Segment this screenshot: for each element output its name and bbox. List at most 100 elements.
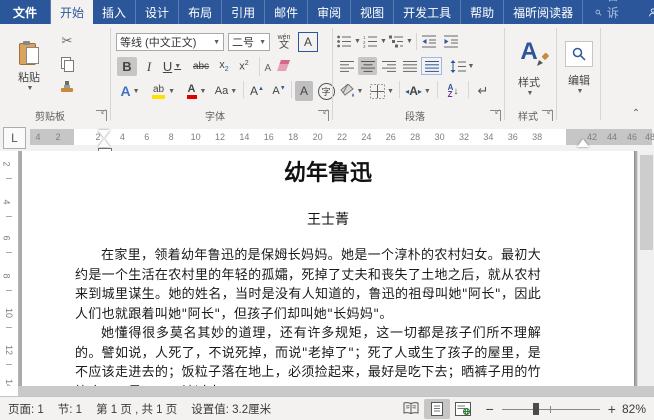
phonetic-guide-button[interactable]: wén 文 bbox=[274, 31, 294, 53]
svg-text:3: 3 bbox=[363, 44, 366, 48]
distributed-button[interactable] bbox=[421, 57, 442, 75]
ruler-number: 30 bbox=[435, 132, 445, 142]
tab-view[interactable]: 视图 bbox=[351, 0, 394, 24]
sort-button[interactable]: AZ↓ bbox=[441, 81, 465, 101]
vertical-scrollbar[interactable] bbox=[637, 151, 654, 386]
ruler-band: L 42246810121416182022242628303234363842… bbox=[0, 124, 654, 151]
font-size-combo[interactable]: 二号▼ bbox=[228, 33, 270, 51]
tab-references[interactable]: 引用 bbox=[222, 0, 265, 24]
styles-button[interactable]: A 样式 ▼ bbox=[508, 31, 550, 103]
borders-button[interactable]: ▼ bbox=[368, 81, 396, 101]
editing-button[interactable]: 编辑 ▼ bbox=[562, 33, 596, 103]
ruler-number: 44 bbox=[607, 132, 617, 142]
search-icon bbox=[595, 6, 602, 19]
zoom-level[interactable]: 82% bbox=[622, 402, 646, 416]
superscript-button[interactable]: x2 bbox=[235, 57, 253, 76]
character-shading-button[interactable]: A bbox=[295, 81, 313, 101]
chevron-down-icon: ▼ bbox=[27, 85, 34, 92]
ruler-number: 2 bbox=[55, 132, 60, 142]
underline-icon: U bbox=[163, 59, 172, 74]
text-effects-button[interactable]: A▼ bbox=[116, 81, 144, 101]
underline-button[interactable]: U▼ bbox=[159, 57, 185, 76]
styles-dialog-launcher-icon[interactable] bbox=[542, 110, 553, 121]
bold-button[interactable]: B bbox=[117, 57, 137, 76]
shrink-font-button[interactable]: A▼ bbox=[269, 81, 289, 101]
clipboard-group-label: 剪贴板 bbox=[10, 108, 90, 123]
character-scaling-button[interactable]: ◂A▸▼ bbox=[403, 81, 433, 101]
chevron-down-icon: ▼ bbox=[424, 88, 431, 95]
increase-indent-button[interactable] bbox=[442, 33, 461, 50]
multilevel-list-button[interactable]: ▼ bbox=[389, 33, 413, 50]
web-layout-button[interactable] bbox=[450, 399, 476, 419]
tab-help[interactable]: 帮助 bbox=[461, 0, 504, 24]
highlight-color-button[interactable]: ab▼ bbox=[148, 81, 178, 101]
distributed-icon bbox=[425, 60, 439, 73]
share-button[interactable]: 共享 bbox=[637, 0, 654, 24]
subscript-button[interactable]: x2 bbox=[215, 57, 233, 76]
tab-foxit[interactable]: 福昕阅读器 bbox=[504, 0, 583, 24]
font-color-button[interactable]: A▼ bbox=[182, 81, 210, 101]
strikethrough-button[interactable]: abc bbox=[189, 57, 213, 76]
align-right-button[interactable] bbox=[379, 57, 398, 75]
horizontal-ruler[interactable]: 4224681012141618202224262830323436384244… bbox=[30, 129, 652, 145]
numbering-button[interactable]: 123▼ bbox=[363, 33, 387, 50]
paste-clipboard-icon bbox=[19, 41, 39, 65]
font-dialog-launcher-icon[interactable] bbox=[318, 110, 329, 121]
tab-selector[interactable]: L bbox=[3, 127, 26, 149]
paste-button[interactable]: 粘贴 ▼ bbox=[7, 31, 51, 101]
enclose-characters-button[interactable]: 字 bbox=[316, 81, 336, 101]
tab-home[interactable]: 开始 bbox=[51, 0, 93, 24]
tab-review[interactable]: 审阅 bbox=[308, 0, 351, 24]
cut-button[interactable]: ✂ bbox=[57, 33, 77, 49]
document-page[interactable]: 幼年鲁迅 王士菁 在家里，领着幼年鲁迅的是保姆长妈妈。她是一个淳朴的农村妇女。最… bbox=[22, 151, 634, 386]
zoom-out-button[interactable]: − bbox=[486, 401, 494, 417]
tab-file[interactable]: 文件 bbox=[0, 0, 51, 24]
status-section[interactable]: 节: 1 bbox=[58, 401, 82, 417]
strikethrough-icon: abc bbox=[193, 61, 209, 72]
chevron-up-icon: ⌃ bbox=[632, 108, 640, 119]
ruler-number: 8 bbox=[2, 273, 12, 278]
vertical-ruler[interactable]: 2468101214 bbox=[0, 151, 19, 386]
zoom-in-button[interactable]: + bbox=[608, 401, 616, 417]
line-spacing-button[interactable]: ▼ bbox=[448, 57, 476, 75]
show-hide-marks-button[interactable]: ↵ bbox=[472, 81, 494, 101]
styles-icon: A bbox=[520, 38, 537, 68]
tell-me-box[interactable]: 告诉我 bbox=[583, 0, 637, 24]
zoom-slider[interactable] bbox=[502, 402, 600, 416]
justify-button[interactable] bbox=[400, 57, 419, 75]
ruler-tick bbox=[6, 252, 12, 253]
copy-button[interactable] bbox=[57, 56, 77, 72]
tab-mailings[interactable]: 邮件 bbox=[265, 0, 308, 24]
scrollbar-thumb[interactable] bbox=[640, 155, 653, 250]
font-name-combo[interactable]: 等线 (中文正文)▼ bbox=[116, 33, 224, 51]
status-page-number[interactable]: 页面: 1 bbox=[8, 401, 44, 417]
shading-button[interactable]: ▼ bbox=[337, 81, 365, 101]
collapse-ribbon-button[interactable]: ⌃ bbox=[628, 106, 644, 120]
decrease-indent-button[interactable] bbox=[420, 33, 439, 50]
read-mode-button[interactable] bbox=[398, 399, 424, 419]
tab-design[interactable]: 设计 bbox=[136, 0, 179, 24]
print-layout-button[interactable] bbox=[424, 399, 450, 419]
zoom-slider-thumb[interactable] bbox=[533, 403, 539, 415]
clear-formatting-button[interactable]: A bbox=[264, 57, 290, 76]
tab-layout[interactable]: 布局 bbox=[179, 0, 222, 24]
grow-font-button[interactable]: A▲ bbox=[247, 81, 267, 101]
status-page-info[interactable]: 第 1 页 , 共 1 页 bbox=[96, 401, 177, 417]
align-center-button[interactable] bbox=[358, 57, 377, 75]
clipboard-dialog-launcher-icon[interactable] bbox=[96, 110, 107, 121]
change-case-button[interactable]: Aa▼ bbox=[212, 81, 240, 101]
change-case-icon: Aa bbox=[215, 85, 228, 97]
horizontal-scroll-area[interactable] bbox=[18, 386, 654, 396]
ruler-number: 42 bbox=[587, 132, 597, 142]
align-left-button[interactable] bbox=[337, 57, 356, 75]
tab-developer[interactable]: 开发工具 bbox=[394, 0, 461, 24]
italic-button[interactable]: I bbox=[141, 57, 157, 76]
borders-icon bbox=[370, 84, 385, 99]
bullets-button[interactable]: ▼ bbox=[337, 33, 361, 50]
character-border-button[interactable]: A bbox=[298, 32, 318, 52]
shading-bucket-icon bbox=[339, 84, 355, 99]
format-painter-button[interactable] bbox=[57, 79, 77, 95]
ruler-number: 14 bbox=[239, 132, 249, 142]
status-setting-value[interactable]: 设置值: 3.2厘米 bbox=[191, 401, 271, 417]
tab-insert[interactable]: 插入 bbox=[93, 0, 136, 24]
